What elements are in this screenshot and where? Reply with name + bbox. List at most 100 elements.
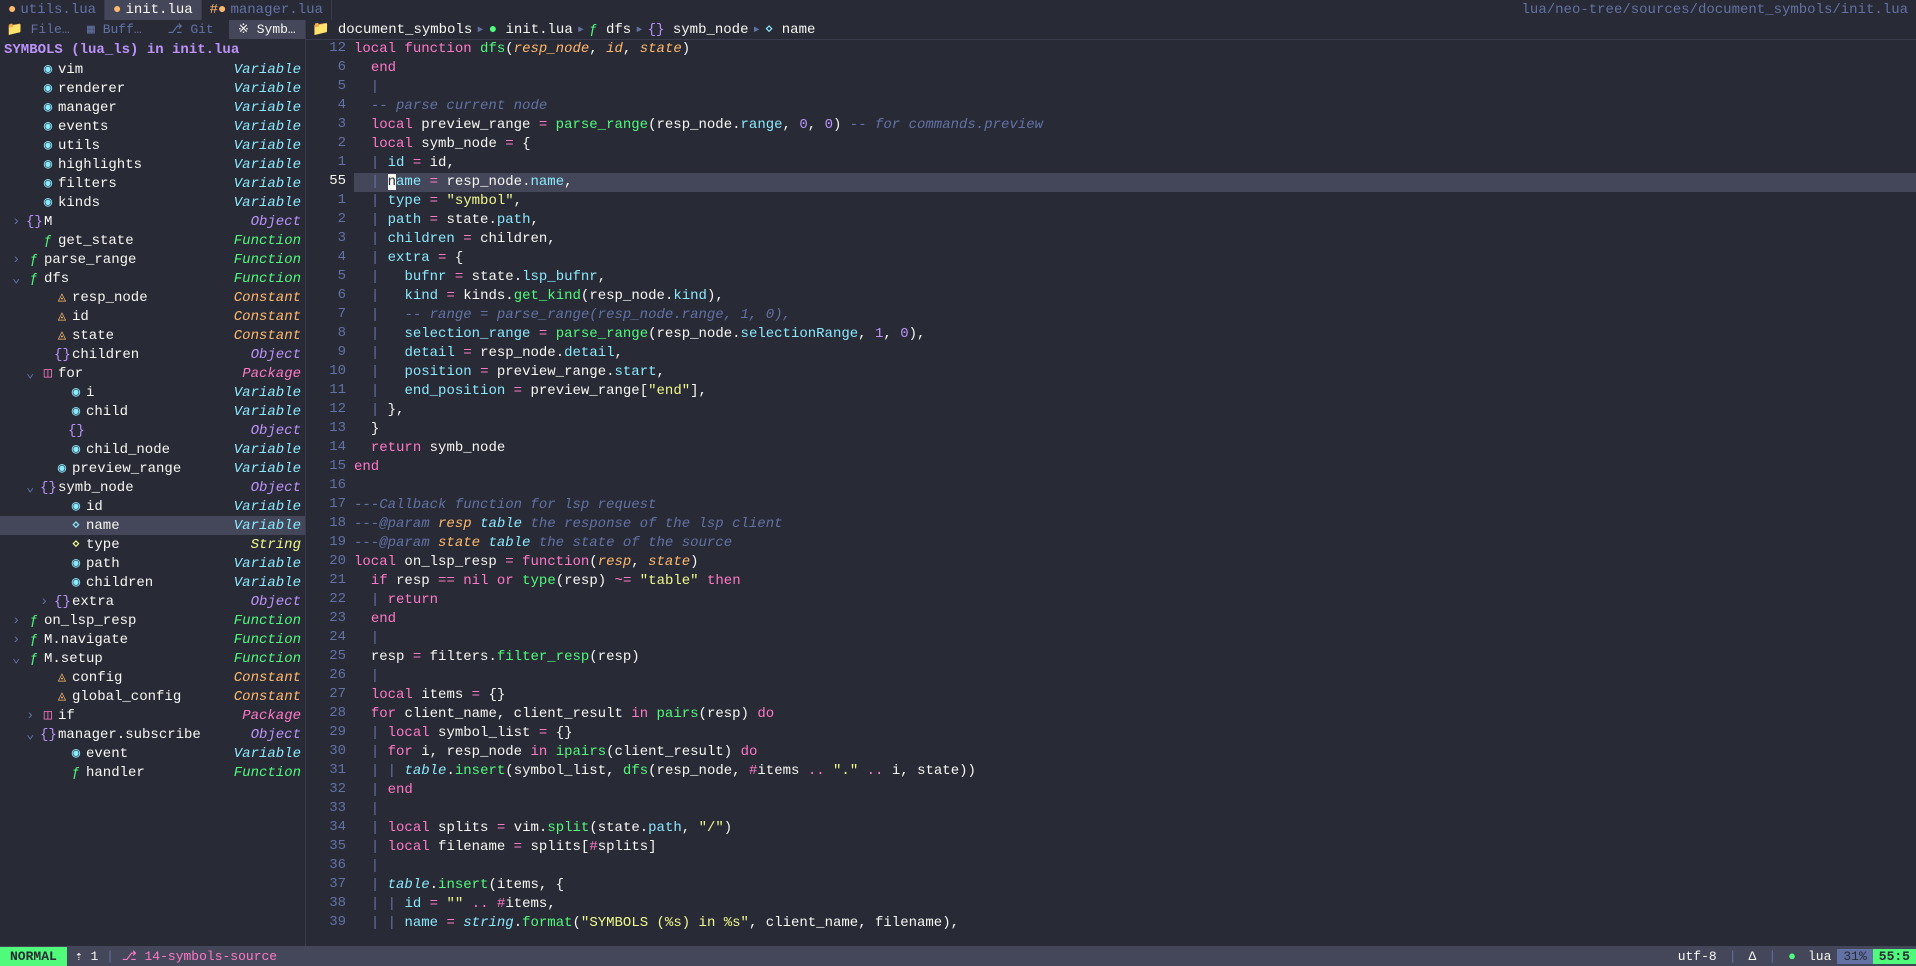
symbol-item[interactable]: ◬ state Constant	[0, 326, 305, 345]
code-line[interactable]: end	[354, 59, 1916, 78]
code-line[interactable]: | selection_range = parse_range(resp_nod…	[354, 325, 1916, 344]
breadcrumb-segment[interactable]: ƒ dfs	[589, 22, 631, 38]
code-line[interactable]: | extra = {	[354, 249, 1916, 268]
code-content[interactable]: local function dfs(resp_node, id, state)…	[354, 40, 1916, 948]
symbol-item[interactable]: ◉ children Variable	[0, 573, 305, 592]
symbol-item[interactable]: ⋄ name Variable	[0, 516, 305, 535]
symbol-item[interactable]: ◉ i Variable	[0, 383, 305, 402]
code-line[interactable]: }	[354, 420, 1916, 439]
symbol-item[interactable]: › ƒ on_lsp_resp Function	[0, 611, 305, 630]
buffer-tab[interactable]: ●init.lua	[105, 0, 202, 20]
symbol-item[interactable]: ⌄ ◫ for Package	[0, 364, 305, 383]
symbol-item[interactable]: ◉ kinds Variable	[0, 193, 305, 212]
symbol-item[interactable]: › ƒ parse_range Function	[0, 250, 305, 269]
code-line[interactable]: local on_lsp_resp = function(resp, state…	[354, 553, 1916, 572]
code-line[interactable]: if resp == nil or type(resp) ~= "table" …	[354, 572, 1916, 591]
symbol-item[interactable]: ⌄ ƒ M.setup Function	[0, 649, 305, 668]
code-line[interactable]: | end	[354, 781, 1916, 800]
symbol-item[interactable]: ◉ highlights Variable	[0, 155, 305, 174]
code-line[interactable]: |	[354, 78, 1916, 97]
code-line[interactable]: | table.insert(items, {	[354, 876, 1916, 895]
symbol-item[interactable]: {} children Object	[0, 345, 305, 364]
symbol-item[interactable]: ◉ renderer Variable	[0, 79, 305, 98]
code-line[interactable]: resp = filters.filter_resp(resp)	[354, 648, 1916, 667]
code-line[interactable]: | -- range = parse_range(resp_node.range…	[354, 306, 1916, 325]
sidebar-tab[interactable]: ⎇ Git	[153, 20, 229, 39]
breadcrumb-segment[interactable]: {} symb_node	[648, 22, 749, 38]
breadcrumb[interactable]: 📁 document_symbols▸● init.lua▸ƒ dfs▸{} s…	[306, 20, 1916, 40]
symbol-item[interactable]: ◉ filters Variable	[0, 174, 305, 193]
symbol-item[interactable]: ◬ resp_node Constant	[0, 288, 305, 307]
code-line[interactable]: | | id = "" .. #items,	[354, 895, 1916, 914]
sidebar-tab[interactable]: ▦ Buff…	[76, 20, 152, 39]
code-line[interactable]: | local splits = vim.split(state.path, "…	[354, 819, 1916, 838]
symbol-item[interactable]: ⌄ ƒ dfs Function	[0, 269, 305, 288]
code-line[interactable]: | return	[354, 591, 1916, 610]
code-line[interactable]: |	[354, 800, 1916, 819]
code-line[interactable]: | name = resp_node.name,	[354, 173, 1916, 192]
symbol-item[interactable]: ◉ id Variable	[0, 497, 305, 516]
symbol-item[interactable]: ◬ global_config Constant	[0, 687, 305, 706]
symbol-item[interactable]: › ◫ if Package	[0, 706, 305, 725]
code-line[interactable]: | for i, resp_node in ipairs(client_resu…	[354, 743, 1916, 762]
code-line[interactable]: | | table.insert(symbol_list, dfs(resp_n…	[354, 762, 1916, 781]
symbol-item[interactable]: ◉ events Variable	[0, 117, 305, 136]
sidebar-tab[interactable]: ※ Symb…	[229, 20, 305, 39]
code-line[interactable]: | bufnr = state.lsp_bufnr,	[354, 268, 1916, 287]
code-line[interactable]: |	[354, 629, 1916, 648]
symbol-item[interactable]: ⌄ {} manager.subscribe Object	[0, 725, 305, 744]
code-line[interactable]: | local filename = splits[#splits]	[354, 838, 1916, 857]
code-line[interactable]: | path = state.path,	[354, 211, 1916, 230]
symbol-item[interactable]: › {} M Object	[0, 212, 305, 231]
code-line[interactable]: | detail = resp_node.detail,	[354, 344, 1916, 363]
code-line[interactable]: |	[354, 857, 1916, 876]
code-line[interactable]: local symb_node = {	[354, 135, 1916, 154]
symbol-item[interactable]: › ƒ M.navigate Function	[0, 630, 305, 649]
symbol-item[interactable]: ◉ manager Variable	[0, 98, 305, 117]
symbol-item[interactable]: ◉ path Variable	[0, 554, 305, 573]
code-line[interactable]: local function dfs(resp_node, id, state)	[354, 40, 1916, 59]
symbol-item[interactable]: ◉ event Variable	[0, 744, 305, 763]
symbol-item[interactable]: ◉ utils Variable	[0, 136, 305, 155]
code-line[interactable]: | },	[354, 401, 1916, 420]
breadcrumb-segment[interactable]: 📁 document_symbols	[312, 21, 472, 38]
code-line[interactable]: | end_position = preview_range["end"],	[354, 382, 1916, 401]
symbol-item[interactable]: ⌄ {} symb_node Object	[0, 478, 305, 497]
code-line[interactable]: local items = {}	[354, 686, 1916, 705]
symbol-item[interactable]: ⋄ type String	[0, 535, 305, 554]
code-line[interactable]: | local symbol_list = {}	[354, 724, 1916, 743]
code-line[interactable]: ---@param state table the state of the s…	[354, 534, 1916, 553]
code-line[interactable]: -- parse current node	[354, 97, 1916, 116]
symbol-item[interactable]: › {} extra Object	[0, 592, 305, 611]
code-line[interactable]: | position = preview_range.start,	[354, 363, 1916, 382]
code-line[interactable]: return symb_node	[354, 439, 1916, 458]
code-line[interactable]: | children = children,	[354, 230, 1916, 249]
symbol-item[interactable]: ◉ child Variable	[0, 402, 305, 421]
code-line[interactable]: end	[354, 610, 1916, 629]
code-line[interactable]	[354, 477, 1916, 496]
code-line[interactable]: ---Callback function for lsp request	[354, 496, 1916, 515]
buffer-tab[interactable]: ●utils.lua	[0, 0, 105, 20]
breadcrumb-segment[interactable]: ⋄ name	[765, 21, 815, 38]
breadcrumb-segment[interactable]: ● init.lua	[489, 22, 573, 38]
symbol-item[interactable]: ◉ preview_range Variable	[0, 459, 305, 478]
symbol-item[interactable]: ƒ handler Function	[0, 763, 305, 782]
code-line[interactable]: | id = id,	[354, 154, 1916, 173]
code-line[interactable]: |	[354, 667, 1916, 686]
symbol-item[interactable]: ◬ id Constant	[0, 307, 305, 326]
code-line[interactable]: | type = "symbol",	[354, 192, 1916, 211]
code-line[interactable]: | | name = string.format("SYMBOLS (%s) i…	[354, 914, 1916, 933]
buffer-tab[interactable]: #●manager.lua	[202, 0, 332, 20]
sidebar-tab[interactable]: 📁 File…	[0, 20, 76, 39]
symbol-item[interactable]: ƒ get_state Function	[0, 231, 305, 250]
symbol-item[interactable]: ◉ vim Variable	[0, 60, 305, 79]
code-line[interactable]: end	[354, 458, 1916, 477]
symbol-item[interactable]: ◉ child_node Variable	[0, 440, 305, 459]
symbols-outline[interactable]: ◉ vim Variable ◉ renderer Variable ◉ man…	[0, 60, 305, 782]
code-line[interactable]: | kind = kinds.get_kind(resp_node.kind),	[354, 287, 1916, 306]
code-line[interactable]: ---@param resp table the response of the…	[354, 515, 1916, 534]
code-area[interactable]: 1265432155123456789101112131415161718192…	[306, 40, 1916, 948]
symbol-item[interactable]: ◬ config Constant	[0, 668, 305, 687]
symbol-item[interactable]: {} Object	[0, 421, 305, 440]
code-line[interactable]: local preview_range = parse_range(resp_n…	[354, 116, 1916, 135]
